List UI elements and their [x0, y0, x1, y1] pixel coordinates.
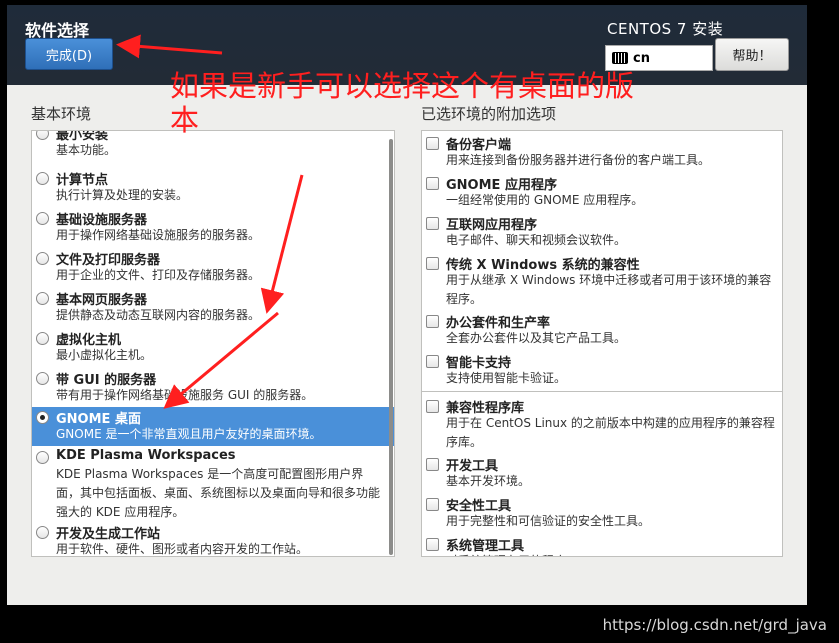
annotation-arrows	[116, 34, 304, 409]
arrow-down-to-list	[260, 174, 304, 314]
arrow-to-gnome-desktop	[163, 311, 279, 409]
watermark: https://blog.csdn.net/grd_java	[602, 616, 827, 634]
arrow-to-done-button	[116, 34, 223, 59]
